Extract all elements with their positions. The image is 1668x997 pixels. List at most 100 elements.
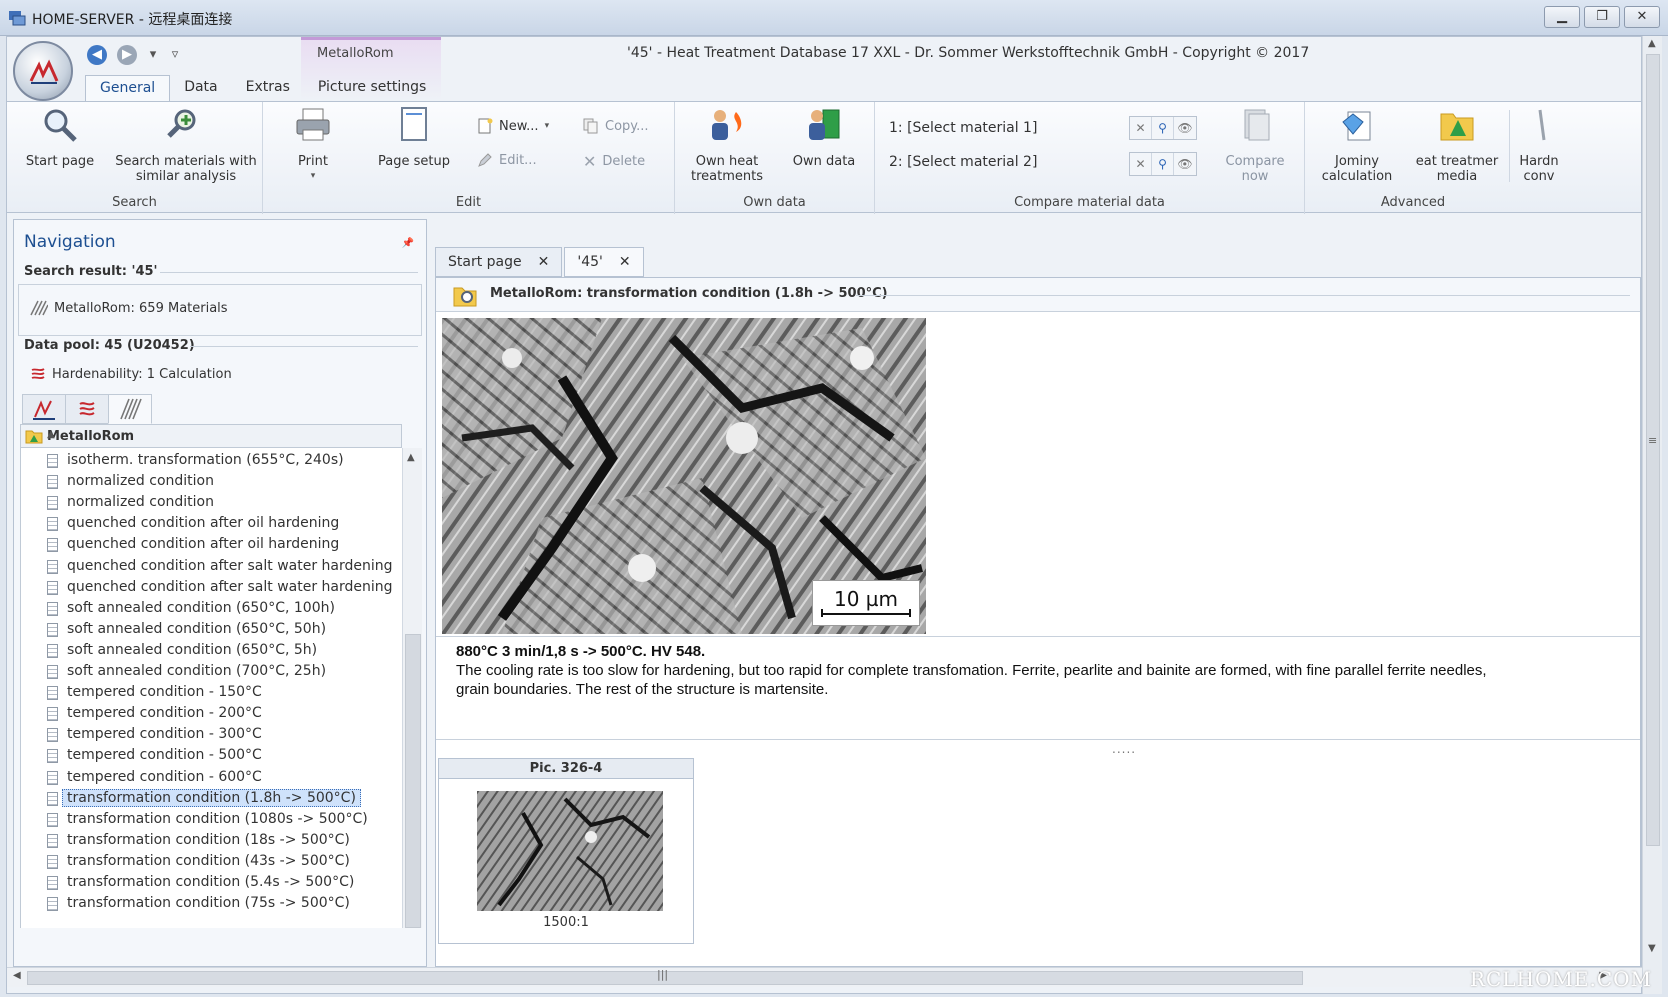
pool-tab-micrographs[interactable]: [108, 394, 152, 424]
tree-item[interactable]: transformation condition (75s -> 500°C): [47, 893, 350, 914]
tree-item[interactable]: isotherm. transformation (655°C, 240s): [47, 450, 344, 471]
scroll-left-icon[interactable]: ◀: [13, 970, 21, 981]
compare-now-button[interactable]: Compare now: [1215, 106, 1295, 184]
document-icon: [47, 791, 58, 806]
tree-item[interactable]: tempered condition - 300°C: [47, 724, 262, 745]
copy-button[interactable]: Copy...: [583, 118, 649, 134]
vertical-scroll-thumb[interactable]: [1646, 54, 1660, 846]
tree-scroll-thumb[interactable]: [405, 634, 421, 928]
pin-material-2-icon[interactable]: ⚲: [1152, 153, 1174, 175]
clear-material-1-icon[interactable]: ✕: [1130, 117, 1152, 139]
group-advanced: Jominy calculation eat treatmer media Ha…: [1305, 102, 1641, 214]
new-document-icon: [478, 118, 493, 134]
printer-icon: [296, 108, 330, 141]
jominy-calculation-button[interactable]: Jominy calculation: [1315, 106, 1399, 184]
tree-item[interactable]: tempered condition - 200°C: [47, 703, 262, 724]
tree-header[interactable]: MetalloRom ▲: [20, 424, 402, 448]
tree-item-label: soft annealed condition (650°C, 5h): [67, 641, 318, 658]
close-tab-icon[interactable]: ✕: [538, 248, 550, 276]
hardness-conversion-button[interactable]: Hardn conv: [1513, 106, 1565, 184]
tree-item[interactable]: transformation condition (5.4s -> 500°C): [47, 872, 354, 893]
view-material-2-icon[interactable]: 👁: [1174, 153, 1196, 175]
tree-item[interactable]: normalized condition: [47, 492, 214, 513]
doc-tab-45[interactable]: '45' ✕: [564, 247, 644, 277]
heat-treatment-media-button[interactable]: eat treatmer media: [1409, 106, 1505, 184]
collapse-caret-icon[interactable]: ▲: [47, 429, 393, 440]
thumbnail-image[interactable]: [477, 791, 663, 911]
tree-item[interactable]: transformation condition (1.8h -> 500°C): [47, 788, 361, 809]
scale-bar-line: [821, 609, 911, 617]
tree-scrollbar[interactable]: ▲: [402, 448, 422, 928]
scroll-up-icon[interactable]: ▲: [1648, 38, 1656, 49]
material-2-selector[interactable]: 2: [Select material 2]: [889, 154, 1037, 170]
tree-item[interactable]: soft annealed condition (650°C, 100h): [47, 598, 335, 619]
tree-item[interactable]: transformation condition (1080s -> 500°C…: [47, 809, 368, 830]
document-icon: [47, 665, 58, 679]
tree-item[interactable]: tempered condition - 500°C: [47, 745, 262, 766]
back-icon[interactable]: ◀: [87, 45, 107, 65]
pool-tab-curves[interactable]: [22, 394, 66, 424]
tree-item-label: tempered condition - 600°C: [67, 768, 262, 785]
new-button[interactable]: New... ▾: [477, 118, 549, 134]
metallorom-result-row[interactable]: MetalloRom: 659 Materials: [30, 300, 228, 316]
scroll-down-icon[interactable]: ▼: [1648, 943, 1656, 954]
forward-icon[interactable]: ▶: [117, 45, 137, 65]
page-setup-icon: [401, 107, 427, 141]
tree-item[interactable]: quenched condition after salt water hard…: [47, 577, 393, 598]
panel-splitter[interactable]: .....: [1112, 742, 1136, 756]
pool-tab-hardenability[interactable]: [65, 394, 109, 424]
delete-button[interactable]: ✕ Delete: [583, 152, 645, 171]
tree-item[interactable]: transformation condition (18s -> 500°C): [47, 830, 350, 851]
micrograph-image[interactable]: 10 µm: [442, 318, 926, 634]
tab-general[interactable]: General: [85, 75, 171, 101]
similar-analysis-button[interactable]: Search materials with similar analysis: [113, 106, 259, 184]
own-heat-treatments-button[interactable]: Own heat treatments: [681, 106, 773, 184]
pin-material-1-icon[interactable]: ⚲: [1152, 117, 1174, 139]
app-menu-button[interactable]: [13, 41, 73, 101]
quick-access-toolbar: ◀ ▶ ▾ ▿: [87, 45, 181, 65]
tab-data[interactable]: Data: [170, 75, 231, 101]
tree-item[interactable]: soft annealed condition (650°C, 50h): [47, 619, 326, 640]
minimize-button[interactable]: ▁: [1544, 6, 1580, 28]
doc-tab-start-page[interactable]: Start page ✕: [435, 247, 563, 277]
own-data-button[interactable]: Own data: [779, 106, 869, 169]
tree-item[interactable]: transformation condition (43s -> 500°C): [47, 851, 350, 872]
tree-item-label: quenched condition after salt water hard…: [67, 557, 393, 574]
history-dropdown-icon[interactable]: ▾: [147, 45, 159, 65]
media-label-2: media: [1436, 169, 1478, 184]
horizontal-scrollbar[interactable]: ◀ ||| ▶: [7, 967, 1643, 987]
tree-item[interactable]: soft annealed condition (650°C, 5h): [47, 640, 318, 661]
material-1-selector[interactable]: 1: [Select material 1]: [889, 120, 1037, 136]
thumbnail-card[interactable]: Pic. 326-4 1500:1: [438, 758, 694, 944]
close-button[interactable]: ✕: [1624, 6, 1660, 28]
search-result-heading: Search result: '45': [24, 264, 158, 279]
tree-item-label: transformation condition (43s -> 500°C): [67, 852, 350, 869]
print-button[interactable]: Print ▾: [277, 106, 349, 184]
tab-extras[interactable]: Extras: [232, 75, 304, 101]
tree-item[interactable]: quenched condition after oil hardening: [47, 513, 339, 534]
pool-tabs: [22, 394, 152, 424]
tree-item[interactable]: soft annealed condition (700°C, 25h): [47, 661, 326, 682]
tree-item[interactable]: quenched condition after oil hardening: [47, 534, 339, 555]
clear-material-2-icon[interactable]: ✕: [1130, 153, 1152, 175]
tree-item[interactable]: tempered condition - 600°C: [47, 767, 262, 788]
tree-item[interactable]: normalized condition: [47, 471, 214, 492]
tree-item-label: tempered condition - 200°C: [67, 705, 262, 722]
tab-picture-settings[interactable]: Picture settings: [304, 75, 440, 101]
pin-icon[interactable]: 📌: [402, 238, 414, 249]
hardenability-row[interactable]: Hardenability: 1 Calculation: [30, 366, 232, 382]
customize-qat-icon[interactable]: ▿: [169, 45, 181, 65]
restore-button[interactable]: ❐: [1584, 6, 1620, 28]
scroll-up-icon[interactable]: ▲: [407, 452, 415, 463]
rdp-title-bar: HOME-SERVER - 远程桌面连接 ▁ ❐ ✕: [0, 0, 1668, 36]
tree-item[interactable]: tempered condition - 150°C: [47, 682, 262, 703]
close-tab-icon[interactable]: ✕: [619, 248, 631, 276]
view-material-1-icon[interactable]: 👁: [1174, 117, 1196, 139]
vertical-scrollbar[interactable]: ▲ ≡ ▼: [1642, 36, 1662, 994]
page-setup-button[interactable]: Page setup: [369, 106, 459, 169]
start-page-button[interactable]: Start page: [17, 106, 103, 169]
hardness-icon: [1538, 109, 1546, 141]
edit-button[interactable]: Edit...: [477, 152, 537, 168]
tree-item[interactable]: quenched condition after salt water hard…: [47, 556, 393, 577]
material-2-tools: ✕ ⚲ 👁: [1129, 152, 1197, 176]
